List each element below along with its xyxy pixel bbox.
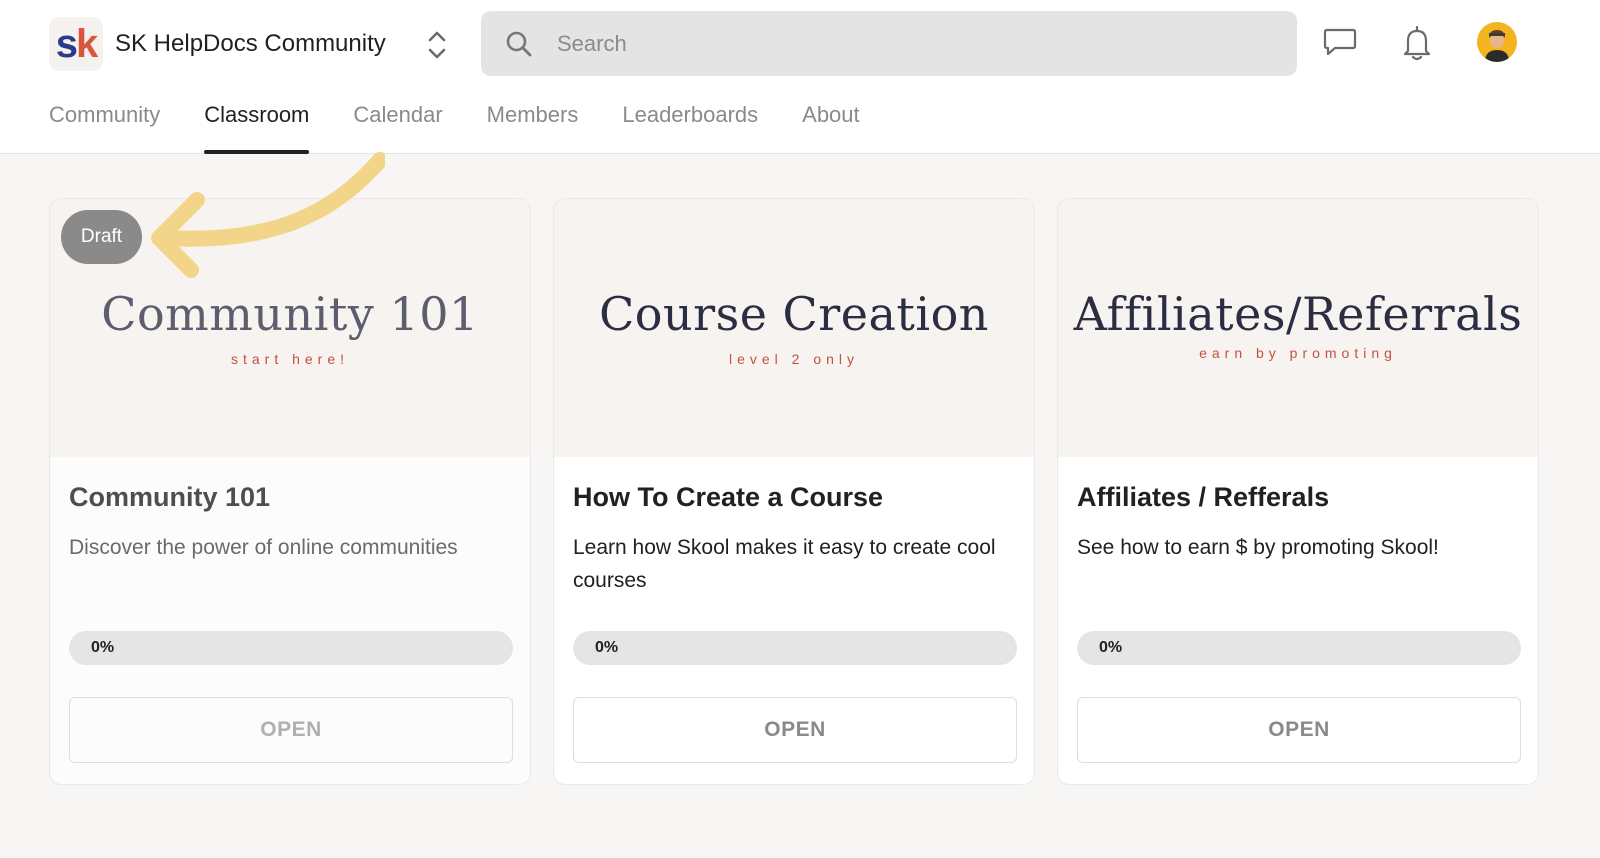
course-card-course-creation[interactable]: Course Creation level 2 only How To Crea… [553, 198, 1035, 785]
top-header: sk SK HelpDocs Community Community Class… [0, 0, 1600, 154]
tab-about[interactable]: About [802, 100, 860, 154]
tab-leaderboards[interactable]: Leaderboards [622, 100, 758, 154]
course-description: Learn how Skool makes it easy to create … [573, 536, 996, 592]
avatar[interactable] [1477, 22, 1517, 62]
tab-calendar[interactable]: Calendar [353, 100, 442, 154]
course-title: Affiliates / Refferals [1077, 482, 1330, 512]
logo-letter-s: s [55, 22, 78, 66]
search-icon [506, 31, 532, 57]
course-description: See how to earn $ by promoting Skool! [1077, 536, 1439, 559]
course-cover: Affiliates/Referrals earn by promoting [1058, 199, 1538, 457]
tab-classroom[interactable]: Classroom [204, 100, 310, 154]
progress-bar: 0% [69, 631, 513, 665]
progress-bar: 0% [1077, 631, 1521, 665]
progress-label: 0% [595, 639, 619, 656]
progress-label: 0% [1099, 639, 1123, 656]
course-description: Discover the power of online communities [69, 536, 458, 559]
search-input[interactable] [557, 11, 1257, 76]
cover-subtitle: earn by promoting [1199, 345, 1397, 361]
course-cover: Course Creation level 2 only [554, 199, 1034, 457]
course-title: How To Create a Course [573, 482, 884, 512]
tab-members[interactable]: Members [487, 100, 579, 154]
open-button[interactable]: OPEN [573, 697, 1017, 763]
cover-subtitle: start here! [230, 351, 350, 367]
course-card-affiliates[interactable]: Affiliates/Referrals earn by promoting A… [1057, 198, 1539, 785]
course-cover: Community 101 start here! Draft [50, 199, 530, 457]
progress-bar: 0% [573, 631, 1017, 665]
cover-title: Course Creation [599, 287, 989, 341]
logo-letter-k: k [76, 22, 98, 66]
course-card-community-101[interactable]: Community 101 start here! Draft Communit… [49, 198, 531, 785]
cover-subtitle: level 2 only [728, 351, 860, 367]
open-button[interactable]: OPEN [69, 697, 513, 763]
community-logo[interactable]: sk [49, 17, 103, 71]
community-switcher-icon[interactable] [424, 28, 450, 62]
course-title: Community 101 [69, 482, 271, 512]
progress-label: 0% [91, 639, 115, 656]
chat-icon[interactable] [1323, 27, 1357, 57]
open-button[interactable]: OPEN [1077, 697, 1521, 763]
bell-icon[interactable] [1403, 25, 1431, 61]
main-nav: Community Classroom Calendar Members Lea… [49, 100, 904, 154]
draft-badge: Draft [61, 210, 142, 264]
community-name[interactable]: SK HelpDocs Community [115, 30, 386, 58]
tab-community[interactable]: Community [49, 100, 160, 154]
cover-title: Affiliates/Referrals [1073, 287, 1523, 341]
user-avatar-icon [1477, 22, 1517, 62]
cover-title: Community 101 [101, 287, 479, 341]
search-bar[interactable] [481, 11, 1297, 76]
